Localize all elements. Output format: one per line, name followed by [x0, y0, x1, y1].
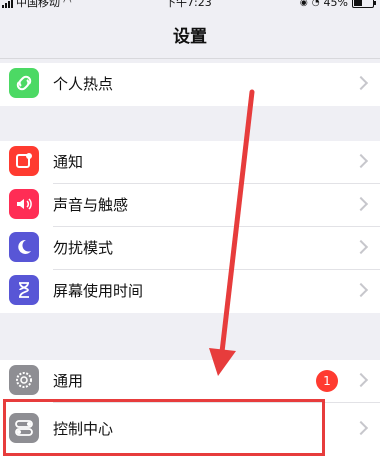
chevron-right-icon	[353, 282, 369, 298]
chevron-right-icon	[353, 420, 369, 436]
settings-row-general[interactable]: 通用 1	[0, 360, 380, 403]
battery-percent: 45%	[323, 0, 348, 9]
carrier-label: 中国移动	[16, 0, 60, 9]
settings-row-hotspot[interactable]: 个人热点	[0, 63, 380, 106]
chevron-right-icon	[353, 239, 369, 255]
status-left: 中国移动 ◠	[2, 0, 72, 9]
chevron-right-icon	[353, 153, 369, 169]
highlight-box	[3, 399, 325, 456]
chevron-right-icon	[353, 75, 369, 91]
status-right: ◉ ◔ 45%	[299, 0, 376, 9]
battery-icon	[352, 0, 376, 8]
lock-rotation-icon: ◉	[299, 0, 308, 8]
settings-row-screen-time[interactable]: 屏幕使用时间	[0, 270, 380, 313]
sound-icon	[9, 189, 39, 219]
settings-row-label: 声音与触感	[53, 196, 129, 214]
settings-row-do-not-disturb[interactable]: 勿扰模式	[0, 227, 380, 270]
update-badge: 1	[316, 370, 338, 392]
status-time: 下午7:23	[165, 0, 212, 9]
settings-row-label: 屏幕使用时间	[53, 282, 144, 300]
notifications-icon	[9, 146, 39, 176]
settings-row-label: 通用	[53, 372, 84, 390]
wifi-icon: ◠	[63, 0, 72, 8]
settings-group-notifications: 通知 声音与触感 勿扰模式 屏幕使用时间	[0, 141, 380, 313]
settings-row-label: 个人热点	[53, 75, 114, 93]
settings-group-network: 个人热点	[0, 63, 380, 106]
alarm-icon: ◔	[311, 0, 320, 8]
settings-row-label: 通知	[53, 153, 84, 171]
signal-icon	[2, 0, 13, 8]
chevron-right-icon	[353, 372, 369, 388]
page-title: 设置	[173, 27, 207, 47]
settings-row-sounds[interactable]: 声音与触感	[0, 184, 380, 227]
hotspot-icon	[9, 68, 39, 98]
nav-divider	[0, 58, 380, 59]
settings-row-notifications[interactable]: 通知	[0, 141, 380, 184]
gear-icon	[9, 365, 39, 395]
status-bar: 中国移动 ◠ 下午7:23 ◉ ◔ 45%	[0, 0, 380, 14]
settings-row-label: 勿扰模式	[53, 239, 114, 257]
screen-time-icon	[9, 275, 39, 305]
do-not-disturb-icon	[9, 232, 39, 262]
chevron-right-icon	[353, 196, 369, 212]
